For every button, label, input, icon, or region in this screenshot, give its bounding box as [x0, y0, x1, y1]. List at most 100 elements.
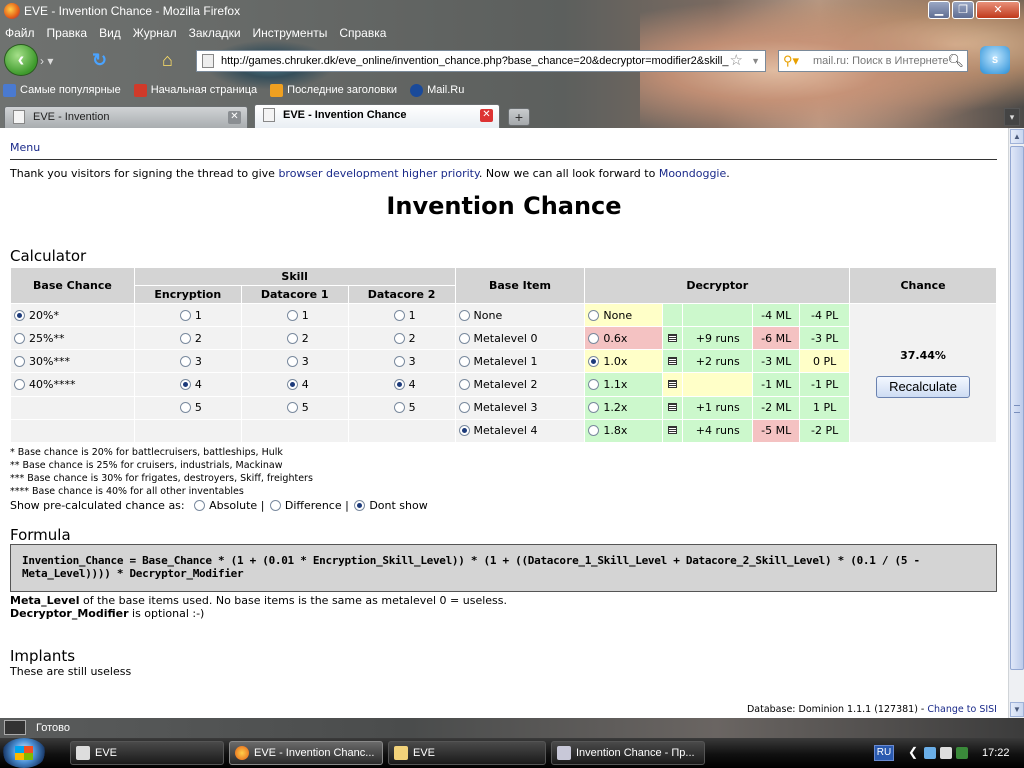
decryptor-info-icon[interactable]	[668, 426, 678, 435]
menu-view[interactable]: Вид	[94, 24, 128, 42]
decryptor-radio[interactable]	[588, 402, 600, 414]
tray-app-icon[interactable]	[956, 747, 968, 759]
scroll-thumb[interactable]	[1010, 146, 1024, 670]
encryption-radio[interactable]	[179, 379, 191, 391]
encryption-radio[interactable]	[179, 309, 191, 321]
menu-help[interactable]: Справка	[334, 24, 393, 42]
base-item-label: Metalevel 3	[473, 401, 538, 415]
bookmark-star-icon[interactable]: ☆	[730, 51, 743, 71]
skype-icon[interactable]: S	[980, 46, 1010, 74]
close-button[interactable]: ✕	[976, 1, 1020, 19]
base-item-radio[interactable]	[458, 309, 470, 321]
decryptor-info-icon[interactable]	[668, 380, 678, 389]
vertical-scrollbar[interactable]: ▲ ▼	[1008, 128, 1024, 718]
forward-button[interactable]: › ▾	[40, 52, 80, 70]
menu-edit[interactable]: Правка	[42, 24, 95, 42]
bookmark-latest-headlines[interactable]: Последние заголовки	[267, 81, 407, 99]
network-icon[interactable]	[924, 747, 936, 759]
datacore2-radio[interactable]	[393, 402, 405, 414]
tab-eve-invention[interactable]: EVE - Invention ✕	[4, 106, 248, 128]
menu-history[interactable]: Журнал	[128, 24, 184, 42]
start-button[interactable]	[2, 738, 46, 768]
bookmark-mailru[interactable]: Mail.Ru	[407, 81, 474, 99]
language-indicator[interactable]: RU	[874, 745, 894, 761]
back-button[interactable]: ‹	[4, 44, 38, 76]
datacore2-radio[interactable]	[393, 332, 405, 344]
encryption-cell: 2	[133, 326, 242, 351]
base-item-radio[interactable]	[458, 379, 470, 391]
absolute-radio[interactable]	[194, 500, 206, 511]
search-input[interactable]: ⚲▾ mail.ru: Поиск в Интернете 🔍︎	[778, 50, 968, 72]
decryptor-radio[interactable]	[588, 332, 600, 344]
encryption-radio[interactable]	[179, 355, 191, 367]
decryptor-info-icon[interactable]	[668, 403, 678, 412]
taskbar-item-eve[interactable]: EVE	[70, 741, 224, 765]
decryptor-info-icon[interactable]	[668, 333, 678, 342]
reload-icon[interactable]: ↻	[92, 50, 112, 70]
menu-tools[interactable]: Инструменты	[248, 24, 335, 42]
encryption-radio[interactable]	[179, 402, 191, 414]
datacore2-radio[interactable]	[393, 309, 405, 321]
datacore1-radio[interactable]	[286, 332, 298, 344]
tab-list-button[interactable]: ▾	[1004, 108, 1020, 126]
footnote: ** Base chance is 25% for cruisers, indu…	[10, 460, 283, 471]
maximize-button[interactable]: ❐	[952, 1, 974, 19]
base-chance-radio[interactable]	[14, 332, 25, 344]
tab-close-icon[interactable]: ✕	[228, 111, 241, 124]
base-item-label: Metalevel 4	[473, 424, 538, 438]
menu-link[interactable]: Menu	[10, 141, 40, 154]
moondoggie-link[interactable]: Moondoggie	[659, 167, 726, 180]
clock[interactable]: 17:22	[982, 738, 1010, 768]
page-content: Menu Thank you visitors for signing the …	[0, 128, 1008, 718]
difference-radio[interactable]	[269, 500, 281, 511]
search-icon[interactable]: 🔍︎	[947, 51, 964, 71]
decryptor-radio[interactable]	[588, 309, 600, 321]
menu-file[interactable]: Файл	[0, 24, 42, 42]
tab-invention-chance[interactable]: EVE - Invention Chance ✕	[254, 104, 500, 128]
base-item-radio[interactable]	[458, 355, 470, 367]
taskbar-item-firefox[interactable]: EVE - Invention Chanc...	[229, 741, 383, 765]
encryption-cell: 5	[133, 395, 242, 420]
url-bar[interactable]: http://games.chruker.dk/eve_online/inven…	[196, 50, 766, 72]
menu-bookmarks[interactable]: Закладки	[184, 24, 248, 42]
datacore1-radio[interactable]	[286, 379, 298, 391]
tray-expand-icon[interactable]: ❮	[908, 745, 918, 759]
base-item-radio[interactable]	[458, 425, 470, 437]
taskbar-item-invention-chance[interactable]: Invention Chance - Пр...	[551, 741, 705, 765]
decryptor-radio[interactable]	[588, 379, 600, 391]
datacore1-radio[interactable]	[286, 309, 298, 321]
base-chance-radio[interactable]	[14, 355, 25, 367]
dont-show-radio[interactable]	[354, 500, 366, 511]
encryption-radio[interactable]	[179, 332, 191, 344]
minimize-button[interactable]: ▁	[928, 1, 950, 19]
decryptor-info-icon[interactable]	[668, 356, 678, 365]
volume-icon[interactable]	[940, 747, 952, 759]
windows-logo-icon	[15, 746, 33, 760]
base-item-radio[interactable]	[458, 402, 470, 414]
datacore1-radio[interactable]	[286, 355, 298, 367]
datacore1-radio[interactable]	[286, 402, 298, 414]
recalculate-button[interactable]: Recalculate	[876, 375, 971, 398]
change-to-sisi-link[interactable]: Change to SISI	[927, 704, 997, 715]
browser-dev-link[interactable]: browser development higher priority	[278, 167, 478, 180]
base-chance-radio[interactable]	[14, 309, 25, 321]
bookmark-start-page[interactable]: Начальная страница	[131, 81, 267, 99]
new-tab-button[interactable]: +	[508, 108, 530, 126]
base-item-cell: Metalevel 0	[454, 326, 586, 351]
scroll-down-arrow-icon[interactable]: ▼	[1010, 702, 1024, 717]
base-item-radio[interactable]	[458, 332, 470, 344]
scroll-up-arrow-icon[interactable]: ▲	[1010, 129, 1024, 144]
encryption-cell: 4	[133, 372, 242, 397]
decryptor-radio[interactable]	[588, 425, 600, 437]
home-icon[interactable]: ⌂	[162, 50, 182, 70]
taskbar-item-eve-folder[interactable]: EVE	[388, 741, 546, 765]
search-engine-icon[interactable]: ⚲▾	[783, 53, 805, 69]
datacore2-radio[interactable]	[393, 355, 405, 367]
tab-close-icon[interactable]: ✕	[480, 109, 493, 122]
url-dropdown-icon[interactable]: ▼	[751, 51, 760, 71]
base-chance-radio[interactable]	[14, 379, 25, 391]
datacore2-radio[interactable]	[393, 379, 405, 391]
decryptor-radio[interactable]	[588, 355, 600, 367]
bookmarks-toolbar: Самые популярные Начальная страница Посл…	[0, 81, 474, 99]
bookmark-most-visited[interactable]: Самые популярные	[0, 81, 131, 99]
